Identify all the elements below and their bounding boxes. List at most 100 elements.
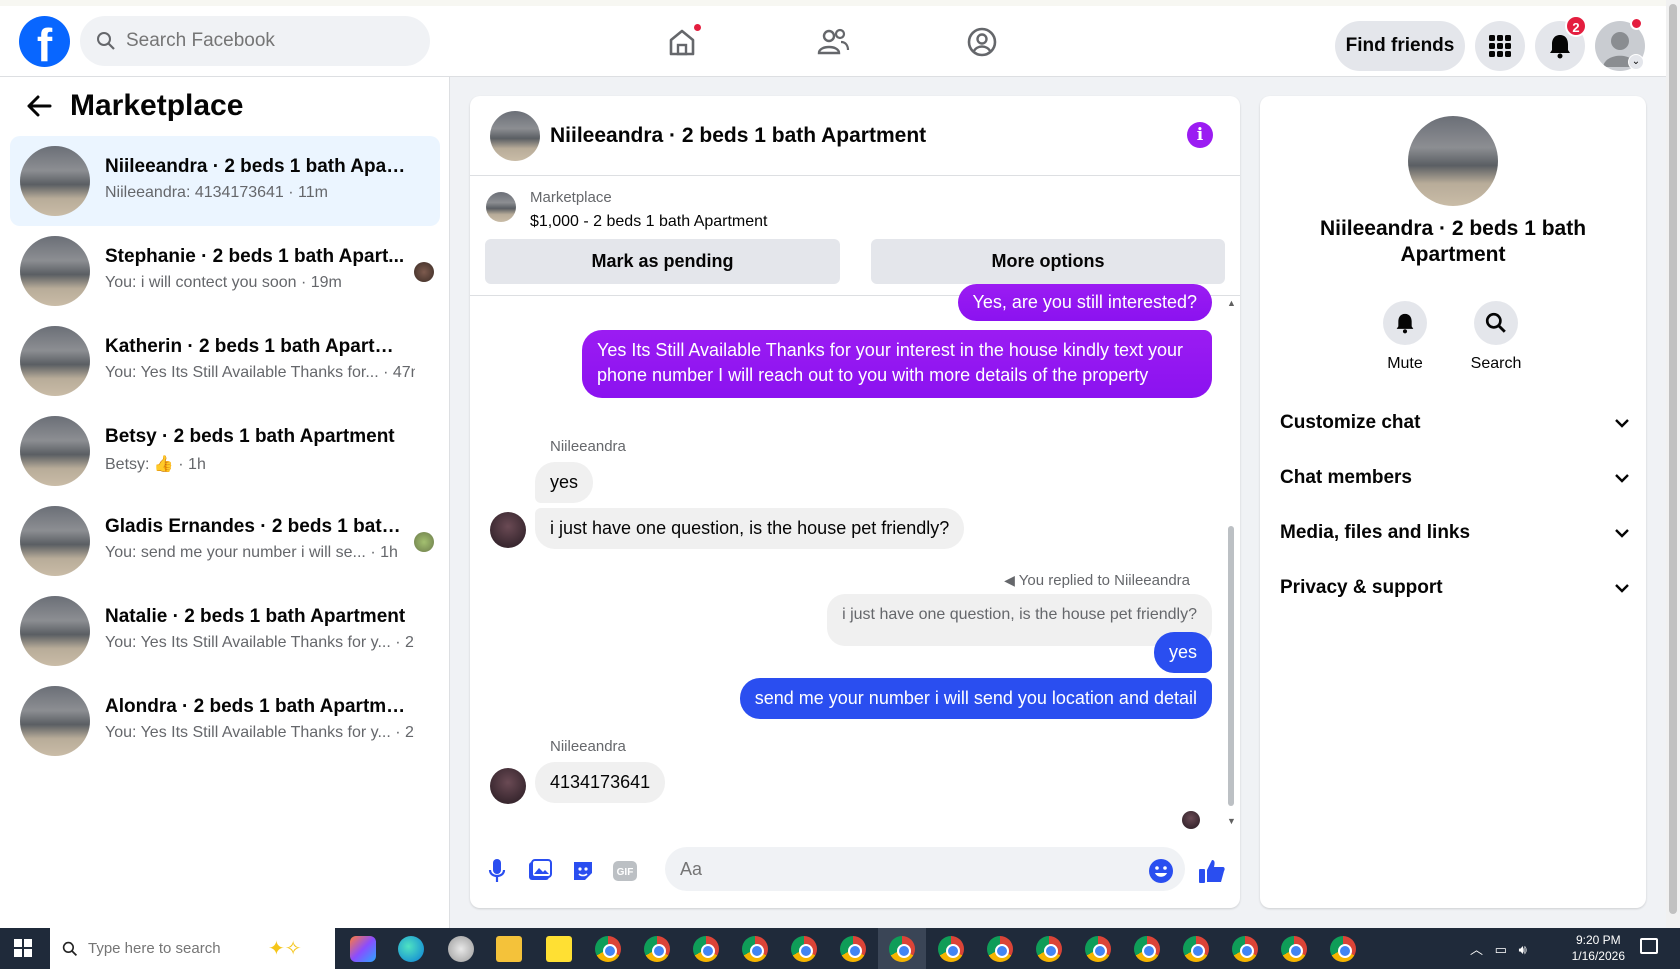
gif-icon[interactable]: GIF <box>610 856 640 886</box>
scroll-down-icon[interactable]: ▼ <box>1227 816 1236 826</box>
notification-center-icon[interactable] <box>1640 938 1658 954</box>
search-conversation-button[interactable]: Search <box>1456 301 1536 373</box>
chevron-up-icon[interactable]: ︿ <box>1470 942 1483 957</box>
chrome-icon[interactable] <box>1232 936 1258 962</box>
chrome-icon[interactable] <box>1134 936 1160 962</box>
sender-name: Niileeandra <box>550 738 626 755</box>
listing-thumbnail <box>486 192 516 222</box>
chat-listing-thumbnail[interactable] <box>490 111 540 161</box>
chrome-icon[interactable] <box>1281 936 1307 962</box>
search-input[interactable] <box>126 30 406 52</box>
message-input[interactable] <box>665 847 1185 891</box>
network-icon[interactable]: ▭ <box>1495 942 1507 957</box>
conversation-item[interactable]: Stephanie · 2 beds 1 bath Apart... You: … <box>10 226 440 316</box>
search-icon <box>1485 312 1506 333</box>
chrome-icon[interactable] <box>791 936 817 962</box>
page-scrollbar[interactable] <box>1666 0 1680 928</box>
chrome-icon[interactable] <box>1330 936 1356 962</box>
emoji-icon[interactable] <box>1146 856 1176 886</box>
sticky-notes-icon[interactable] <box>546 936 572 962</box>
incoming-message[interactable]: yes <box>535 462 594 503</box>
conversation-item[interactable]: Niileeandra · 2 beds 1 bath Apartm... Ni… <box>10 136 440 226</box>
system-clock[interactable]: 9:20 PM 1/16/2026 <box>1572 932 1625 964</box>
profile-circle-icon[interactable] <box>962 22 1002 62</box>
conversation-title: Betsy · 2 beds 1 bath Apartment <box>105 426 395 447</box>
chrome-icon[interactable] <box>644 936 670 962</box>
privacy-support-section[interactable]: Privacy & support <box>1280 568 1630 608</box>
find-friends-button[interactable]: Find friends <box>1335 21 1465 71</box>
windows-start-icon[interactable] <box>14 939 32 957</box>
incoming-message[interactable]: i just have one question, is the house p… <box>535 508 965 549</box>
svg-text:GIF: GIF <box>617 867 634 878</box>
chat-members-section[interactable]: Chat members <box>1280 458 1630 498</box>
chrome-icon[interactable] <box>987 936 1013 962</box>
chrome-icon[interactable] <box>889 936 915 962</box>
paint-app-icon[interactable] <box>448 936 474 962</box>
chrome-icon[interactable] <box>693 936 719 962</box>
volume-icon[interactable]: 🔊︎ <box>1519 942 1527 957</box>
chrome-icon[interactable] <box>1183 936 1209 962</box>
mark-as-pending-button[interactable]: Mark as pending <box>485 239 840 284</box>
media-files-links-section[interactable]: Media, files and links <box>1280 513 1630 553</box>
mute-button[interactable]: Mute <box>1365 301 1445 373</box>
chat-scrollbar[interactable]: ▲ ▼ <box>1227 296 1236 836</box>
chrome-icon[interactable] <box>840 936 866 962</box>
taskbar-search[interactable]: ✦✧ <box>50 928 335 969</box>
search-box[interactable] <box>80 16 430 66</box>
system-tray-icons[interactable]: ︿ ▭ 🔊︎ <box>1470 939 1527 958</box>
chrome-icon[interactable] <box>1036 936 1062 962</box>
listing-price-title[interactable]: $1,000 - 2 beds 1 bath Apartment <box>530 213 768 231</box>
quoted-message[interactable]: i just have one question, is the house p… <box>827 594 1212 646</box>
sticker-icon[interactable] <box>568 856 598 886</box>
taskbar-search-input[interactable] <box>88 940 248 957</box>
incoming-message[interactable]: 4134173641 <box>535 762 666 803</box>
conversation-title: Gladis Ernandes · 2 beds 1 bath ... <box>105 516 410 537</box>
conversation-preview: Betsy: 👍 · 1h <box>105 456 206 473</box>
conversation-details-panel: Niileeandra · 2 beds 1 bath Apartment Mu… <box>1260 96 1646 908</box>
notifications-button[interactable]: 2 <box>1535 15 1587 71</box>
photo-icon[interactable] <box>525 856 555 886</box>
outgoing-message[interactable]: send me your number i will send you loca… <box>739 678 1212 719</box>
outgoing-message[interactable]: yes <box>1153 632 1212 673</box>
like-thumb-icon[interactable] <box>1197 856 1227 886</box>
scrollbar-thumb[interactable] <box>1228 526 1234 806</box>
facebook-logo[interactable]: f <box>19 16 70 67</box>
edge-browser-icon[interactable] <box>398 936 424 962</box>
outgoing-message[interactable]: Yes, are you still interested? <box>957 284 1212 321</box>
conversation-item[interactable]: Alondra · 2 beds 1 bath Apartment You: Y… <box>10 676 440 766</box>
chevron-down-icon <box>1614 467 1630 489</box>
home-icon[interactable] <box>662 22 703 62</box>
more-options-button[interactable]: More options <box>871 239 1225 284</box>
conversation-item[interactable]: Natalie · 2 beds 1 bath Apartment You: Y… <box>10 586 440 676</box>
back-arrow-icon[interactable] <box>26 95 52 117</box>
info-icon[interactable]: i <box>1187 122 1213 148</box>
chevron-down-icon <box>1614 577 1630 599</box>
chevron-down-icon[interactable]: ⌄ <box>1628 54 1644 70</box>
sender-avatar[interactable] <box>490 768 526 804</box>
reply-arrow-icon: ◀ <box>1004 572 1015 588</box>
scroll-up-icon[interactable]: ▲ <box>1227 298 1236 308</box>
conversation-photo[interactable] <box>1408 116 1498 206</box>
customize-chat-section[interactable]: Customize chat <box>1280 403 1630 443</box>
conversation-item[interactable]: Katherin · 2 beds 1 bath Apartment You: … <box>10 316 440 406</box>
chrome-icon[interactable] <box>595 936 621 962</box>
conversation-title: Stephanie · 2 beds 1 bath Apart... <box>105 246 405 267</box>
chrome-icon[interactable] <box>742 936 768 962</box>
conversation-item[interactable]: Gladis Ernandes · 2 beds 1 bath ... You:… <box>10 496 440 586</box>
page-scrollbar-thumb[interactable] <box>1669 4 1677 914</box>
copilot-app-icon[interactable] <box>350 936 376 962</box>
conversation-item[interactable]: Betsy · 2 beds 1 bath Apartment Betsy: 👍… <box>10 406 440 496</box>
chrome-icon[interactable] <box>938 936 964 962</box>
menu-grid-button[interactable] <box>1475 21 1525 71</box>
chat-title[interactable]: Niileeandra · 2 beds 1 bath Apartment <box>550 124 926 148</box>
seen-avatar <box>1182 811 1200 829</box>
reply-indicator: ◀ You replied to Niileeandra <box>1004 572 1190 589</box>
sender-avatar[interactable] <box>490 512 526 548</box>
conversation-preview: You: i will contect you soon · 19m <box>105 274 342 291</box>
chrome-icon[interactable] <box>1085 936 1111 962</box>
outgoing-message[interactable]: Yes Its Still Available Thanks for your … <box>582 330 1212 398</box>
friends-icon[interactable] <box>813 22 853 62</box>
microphone-icon[interactable] <box>482 856 512 886</box>
file-explorer-icon[interactable] <box>496 936 522 962</box>
copilot-sparkle-icon[interactable]: ✦✧ <box>268 936 302 961</box>
